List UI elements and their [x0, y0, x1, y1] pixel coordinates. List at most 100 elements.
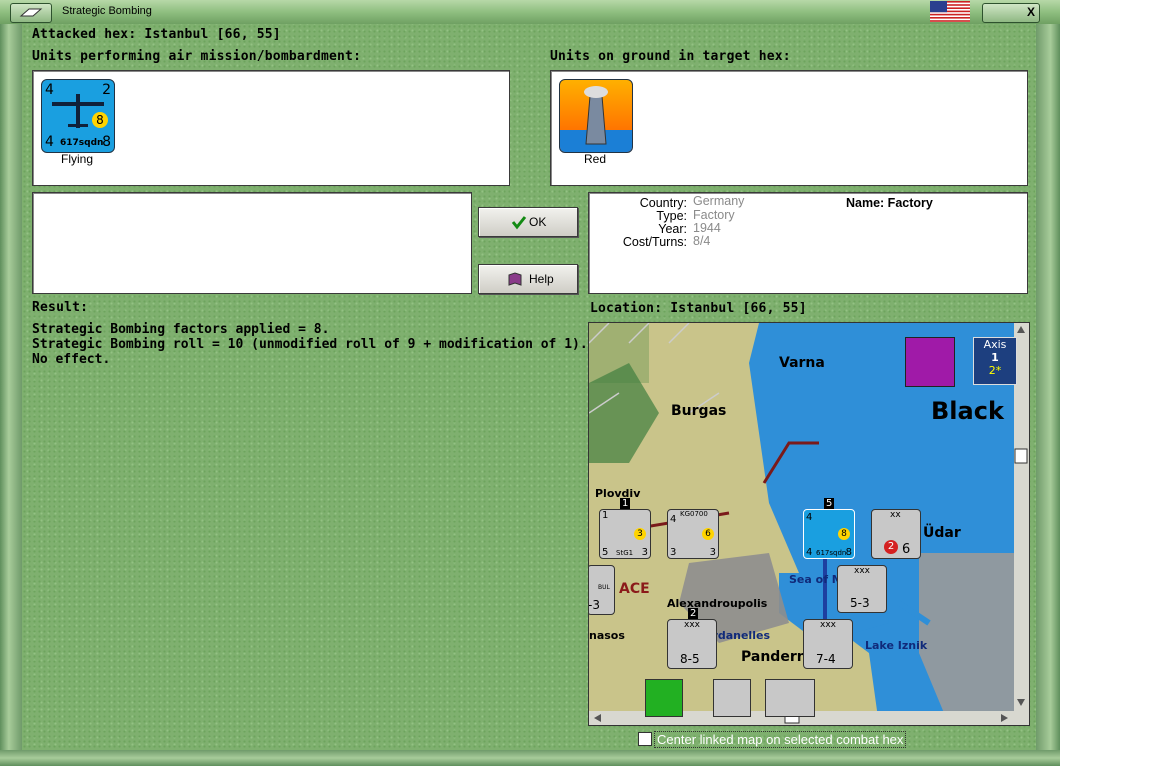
- counter-badge: 6: [702, 528, 714, 540]
- type-label: Type:: [656, 209, 687, 223]
- center-map-checkbox[interactable]: [638, 732, 652, 746]
- counter-bottom-left: 5: [602, 547, 609, 558]
- counter-stack-count: 1: [620, 498, 631, 509]
- counter-stack-count: 5: [824, 498, 835, 509]
- counter-name: 617sqdn: [816, 549, 847, 557]
- type-value: Factory: [693, 208, 735, 222]
- air-unit-caption: Flying: [60, 152, 93, 166]
- air-unit-name: 617sqdn: [60, 138, 104, 148]
- counter-stack-count: 2: [688, 608, 699, 619]
- us-flag-icon: [930, 1, 970, 22]
- ground-unit-caption: Red: [583, 152, 606, 166]
- country-label: Country:: [639, 196, 687, 210]
- map-counter[interactable]: xxx 5-3: [837, 565, 887, 613]
- air-unit-bottom-right: 8: [102, 134, 111, 150]
- scroll-up-icon[interactable]: [1014, 323, 1028, 337]
- counter-top-left: 1: [602, 510, 609, 521]
- air-units-list: 4 2 8 4 617sqdn 8 Flying: [32, 70, 510, 186]
- map-label-black-sea: Black: [931, 397, 1004, 425]
- air-unit-bottom-left: 4: [45, 134, 54, 150]
- counter-bottom-left: 7-4: [816, 652, 836, 666]
- counter-bottom-right: 3: [641, 547, 648, 558]
- title-bar[interactable]: Strategic Bombing X: [0, 0, 1060, 25]
- checkmark-icon: [511, 216, 527, 230]
- map-counter[interactable]: [645, 679, 683, 717]
- magenta-counter[interactable]: [905, 337, 955, 387]
- bottom-frame: [0, 750, 1060, 766]
- result-label: Result:: [32, 300, 89, 315]
- map-counter[interactable]: KG0700 4 6 3 3: [667, 509, 719, 559]
- map-counter[interactable]: xxx 7-4: [803, 619, 853, 669]
- window-title: Strategic Bombing: [62, 5, 152, 17]
- close-button[interactable]: X: [982, 3, 1040, 23]
- help-button[interactable]: Help: [478, 264, 578, 294]
- counter-bottom-left: 4: [806, 547, 813, 558]
- map-label-varna: Varna: [779, 355, 825, 371]
- map-counter[interactable]: [765, 679, 815, 717]
- map-label-thasos: nasos: [589, 629, 625, 642]
- map-counter[interactable]: [713, 679, 751, 717]
- ground-unit-counter[interactable]: [559, 79, 633, 153]
- map-counter-selected[interactable]: 5 4 8 4 617sqdn 8: [803, 498, 855, 559]
- country-value: Germany: [693, 194, 745, 208]
- map-label-burgas: Burgas: [671, 403, 727, 419]
- window-menu-icon: [19, 8, 43, 17]
- air-units-label: Units performing air mission/bombardment…: [32, 49, 362, 64]
- year-label: Year:: [658, 222, 687, 236]
- map-counter[interactable]: BUL -3: [588, 565, 615, 615]
- center-map-checkbox-label[interactable]: Center linked map on selected combat hex: [654, 731, 907, 748]
- location-label: Location: Istanbul [66, 55]: [590, 301, 807, 316]
- counter-badge: 2: [884, 540, 898, 554]
- counter-bottom-left: 5-3: [850, 596, 870, 610]
- close-icon: X: [1027, 5, 1036, 19]
- result-text: Strategic Bombing factors applied = 8. S…: [32, 322, 588, 367]
- counter-top-left: xx: [890, 510, 901, 520]
- counter-name: BUL: [598, 584, 610, 591]
- counter-badge: 8: [838, 528, 850, 540]
- linked-map[interactable]: Varna Burgas Black Plovdiv Alexandroupol…: [588, 322, 1030, 726]
- axis-sub: 2*: [988, 364, 1002, 377]
- map-label-udar: Üdar: [923, 525, 961, 541]
- ok-button-label: OK: [529, 215, 547, 229]
- counter-bottom-left: -3: [588, 598, 600, 612]
- air-unit-top-left: 4: [45, 82, 54, 98]
- map-label-sea-of-marmara: Sea of M: [789, 573, 843, 586]
- air-unit-top-right: 2: [102, 82, 111, 98]
- result-line: No effect.: [32, 352, 111, 367]
- counter-bottom-left: 8-5: [680, 652, 700, 666]
- target-info-panel: Country: Germany Type: Factory Year: 194…: [588, 192, 1028, 294]
- map-label-pandern: Pandern: [741, 649, 807, 665]
- ok-button[interactable]: OK: [478, 207, 578, 237]
- scroll-down-icon[interactable]: [1014, 695, 1028, 709]
- ground-units-label: Units on ground in target hex:: [550, 49, 791, 64]
- counter-top-left: xxx: [820, 620, 836, 630]
- air-unit-counter[interactable]: 4 2 8 4 617sqdn 8: [41, 79, 115, 153]
- axis-value: 1: [991, 351, 999, 364]
- counter-bottom-right: 3: [709, 547, 716, 558]
- ground-units-list: Red: [550, 70, 1028, 186]
- map-label-plovdiv: Plovdiv: [595, 487, 641, 500]
- axis-status-box[interactable]: Axis 1 2*: [973, 337, 1017, 385]
- map-label-lake-iznik: Lake Iznik: [865, 639, 928, 652]
- map-counter[interactable]: 1 1 3 5 StG1 3: [599, 498, 651, 559]
- counter-top-left: 4: [806, 512, 813, 523]
- left-frame: [0, 24, 22, 766]
- map-counter[interactable]: xx 2 6: [871, 509, 921, 559]
- result-line: Strategic Bombing roll = 10 (unmodified …: [32, 337, 588, 352]
- scroll-right-icon[interactable]: [997, 711, 1011, 725]
- minimize-button[interactable]: [10, 3, 52, 23]
- axis-title: Axis: [983, 338, 1007, 351]
- help-book-icon: [508, 272, 522, 286]
- counter-name: KG0700: [680, 510, 708, 518]
- counter-name: StG1: [616, 549, 634, 557]
- map-counter[interactable]: 2 xxx 8-5: [667, 608, 717, 669]
- counter-top-left: xxx: [854, 566, 870, 576]
- strategic-bombing-window: Strategic Bombing X Attacked hex: Istanb…: [0, 0, 1060, 766]
- scroll-left-icon[interactable]: [591, 711, 605, 725]
- cost-label: Cost/Turns:: [622, 235, 687, 249]
- result-line: Strategic Bombing factors applied = 8.: [32, 322, 330, 337]
- counter-bottom-left: 3: [670, 547, 677, 558]
- air-unit-badge: 8: [92, 112, 108, 128]
- counter-top-left: xxx: [684, 620, 700, 630]
- factory-chimney-icon: [560, 86, 632, 152]
